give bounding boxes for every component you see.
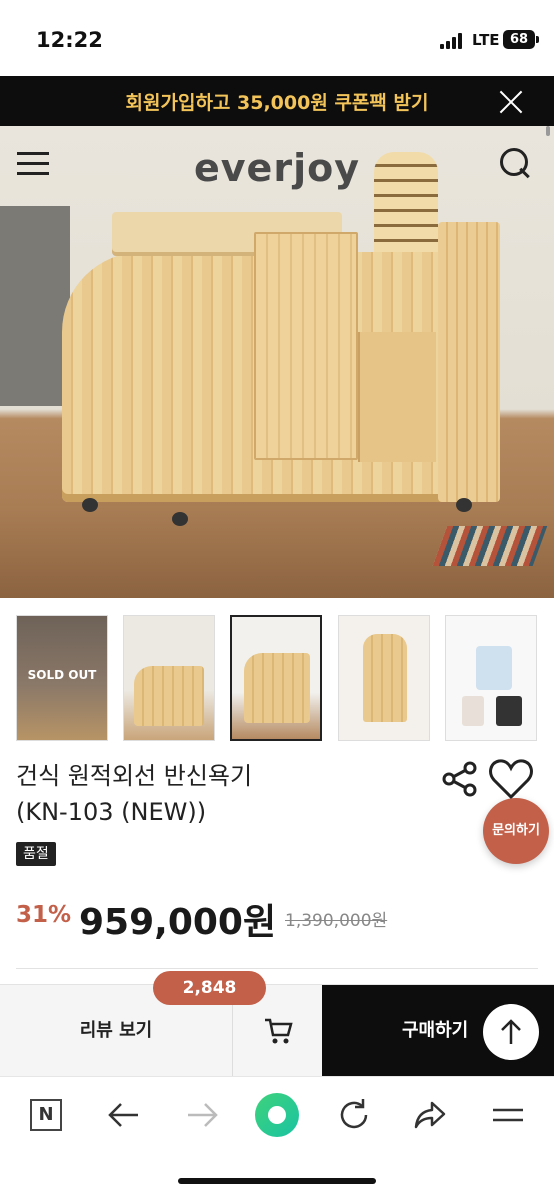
search-icon[interactable] (498, 146, 532, 180)
naver-home-icon[interactable] (255, 1093, 299, 1137)
home-indicator[interactable] (178, 1178, 376, 1184)
sale-price: 959,000원 (79, 902, 277, 943)
more-menu-icon[interactable] (490, 1097, 526, 1133)
status-time: 12:22 (36, 28, 103, 52)
tub-seat (358, 332, 436, 462)
forward-icon[interactable] (184, 1097, 220, 1133)
thumbnail-3[interactable] (230, 615, 322, 741)
bottom-action-bar: 리뷰 보기 구매하기 (0, 984, 554, 1077)
thumbnail-5[interactable] (445, 615, 537, 741)
thumbnail-2[interactable] (123, 615, 215, 741)
thumbnail-product (363, 634, 407, 722)
thumbnail-strip: SOLD OUT (16, 615, 538, 741)
thumbnail-product (134, 666, 204, 726)
battery-icon: 68 (503, 30, 539, 49)
original-price: 1,390,000원 (285, 911, 388, 931)
product-title-line1: 건식 원적외선 반신욕기 (16, 762, 253, 790)
product-title: 건식 원적외선 반신욕기 (KN-103 (NEW)) (16, 758, 416, 830)
cart-icon (265, 1018, 293, 1044)
thumbnail-accessory (462, 696, 484, 726)
product-main-image[interactable] (0, 126, 554, 598)
thumbnail-accessory (496, 696, 522, 726)
promo-text[interactable]: 회원가입하고 35,000원 쿠폰팩 받기 (0, 88, 554, 115)
thumbnail-4[interactable] (338, 615, 430, 741)
network-label: LTE (472, 31, 500, 49)
scroll-to-top-button[interactable] (483, 1004, 539, 1060)
status-badge: 품절 (16, 842, 56, 866)
divider (16, 968, 538, 969)
back-icon[interactable] (106, 1097, 142, 1133)
signal-icon (440, 33, 466, 49)
thumbnail-1[interactable]: SOLD OUT (16, 615, 108, 741)
tub-side-panel (438, 222, 500, 502)
naver-n-button[interactable]: N (30, 1099, 62, 1131)
share-icon[interactable] (440, 760, 480, 798)
heart-icon[interactable] (488, 758, 534, 800)
wheel (456, 498, 472, 512)
product-title-line2: (KN-103 (NEW)) (16, 798, 207, 826)
share-arrow-icon[interactable] (412, 1097, 448, 1133)
wheel (172, 512, 188, 526)
review-count-badge: 2,848 (153, 971, 266, 1005)
background-wall (0, 206, 70, 406)
inquiry-button[interactable]: 문의하기 (483, 798, 549, 864)
logo[interactable]: everjoy (0, 146, 554, 190)
product-illustration (62, 152, 500, 526)
refresh-icon[interactable] (336, 1097, 372, 1133)
discount-rate: 31% (16, 902, 72, 928)
wheel (82, 498, 98, 512)
sold-out-label: SOLD OUT (27, 668, 97, 682)
tub-door (254, 232, 358, 460)
close-icon[interactable] (498, 89, 524, 115)
thumbnail-accessory (476, 646, 512, 690)
promo-banner[interactable]: 회원가입하고 35,000원 쿠폰팩 받기 (0, 76, 554, 126)
arrow-up-icon (501, 1019, 521, 1044)
thumbnail-product (244, 653, 310, 723)
scrollbar[interactable] (546, 126, 550, 136)
status-bar: 12:22 LTE 68 (0, 0, 554, 76)
background-rug (432, 526, 548, 566)
